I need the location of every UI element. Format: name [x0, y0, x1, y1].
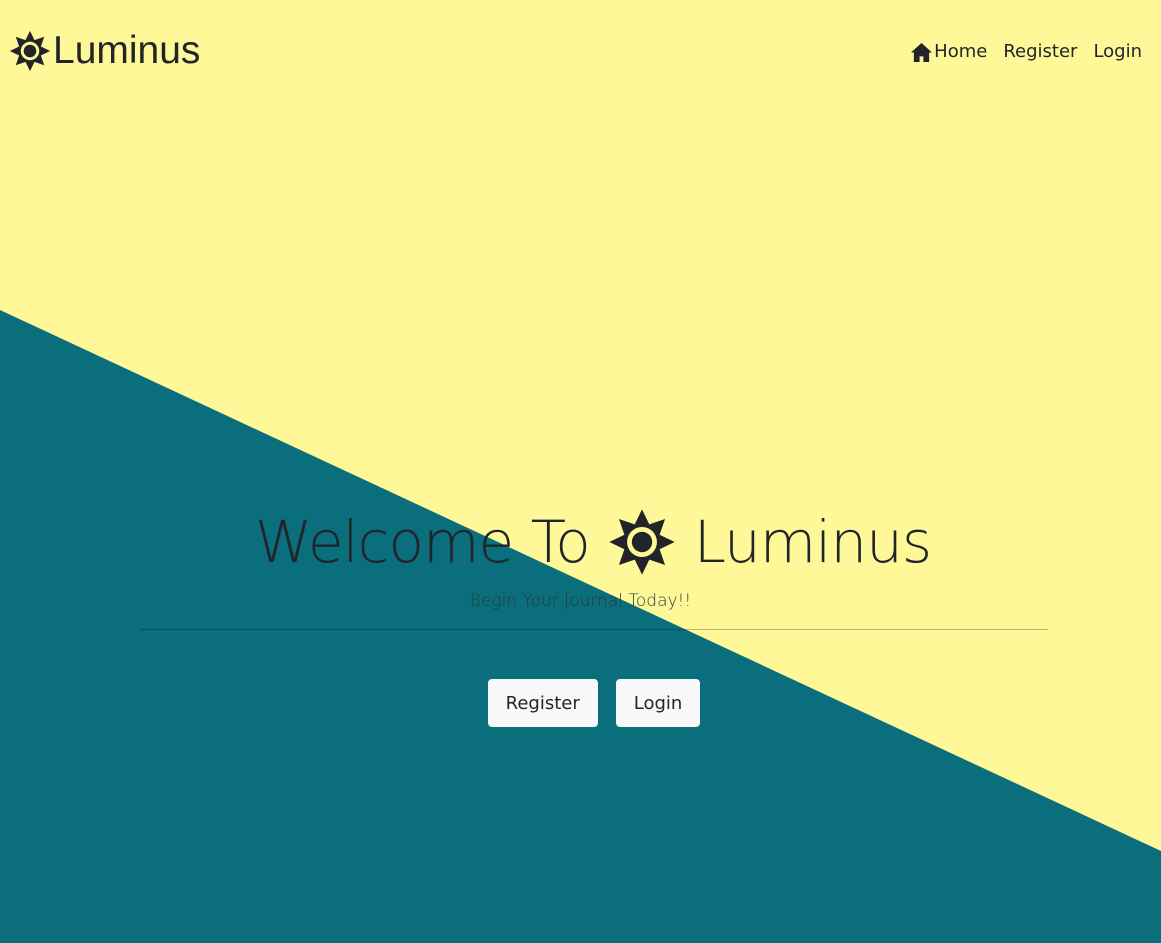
home-icon [911, 42, 933, 62]
brand-logo-link[interactable]: Luminus [9, 28, 200, 74]
hero-divider [140, 629, 1048, 630]
navbar: Luminus Home Register Login [0, 0, 1161, 104]
brand-name: Luminus [53, 29, 201, 72]
nav-links: Home Register Login [910, 38, 1142, 66]
nav-link-home-label: Home [934, 41, 988, 62]
login-button[interactable]: Login [615, 679, 701, 727]
hero-title-prefix: Welcome To [254, 508, 591, 576]
hero-button-row: Register Login [27, 679, 1161, 727]
register-button[interactable]: Register [487, 679, 598, 727]
nav-link-login[interactable]: Login [1093, 38, 1142, 66]
hero-section: Welcome To Luminus Begin Your Journal To… [0, 500, 1161, 727]
hero-subtitle: Begin Your Journal Today!! [469, 591, 692, 611]
sun-icon [9, 30, 51, 72]
nav-link-home[interactable]: Home [910, 38, 987, 66]
sun-icon [609, 509, 675, 575]
background-diagonal [0, 310, 1161, 943]
hero-title-suffix: Luminus [693, 508, 932, 576]
hero-title: Welcome To Luminus [25, 500, 1161, 584]
nav-link-register[interactable]: Register [1003, 38, 1077, 66]
